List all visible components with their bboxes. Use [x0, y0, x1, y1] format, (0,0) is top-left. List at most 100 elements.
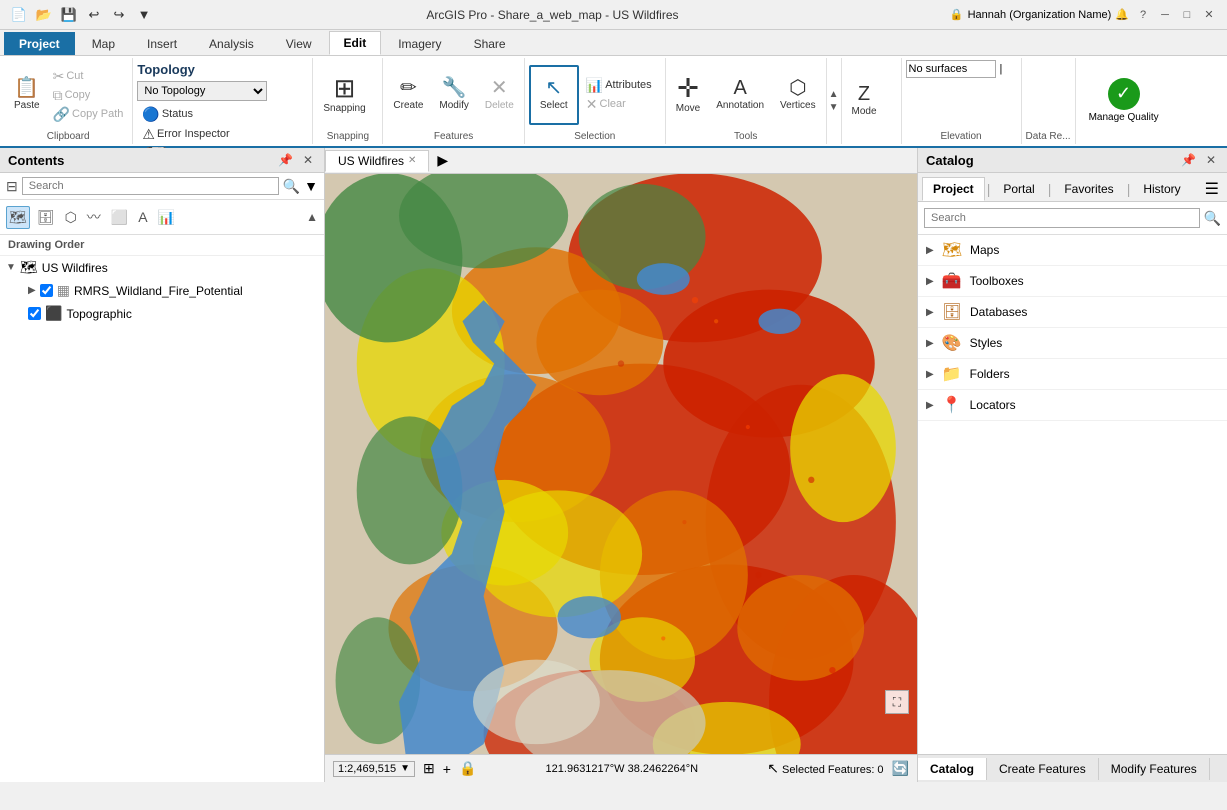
contents-pin-btn[interactable]: 📌 — [275, 152, 296, 168]
elevation-unit-btn[interactable]: | — [1000, 63, 1003, 75]
manage-quality-content: ✓ Manage Quality — [1080, 60, 1168, 140]
list-item-rmrs-layer[interactable]: ▶ ▦ RMRS_Wildland_Fire_Potential — [0, 279, 324, 302]
catalog-item-styles[interactable]: ▶ 🎨 Styles — [918, 328, 1227, 359]
bottom-tab-modify-features[interactable]: Modify Features — [1099, 758, 1210, 780]
styles-expand-arrow[interactable]: ▶ — [926, 338, 934, 349]
vertices-button[interactable]: ⬡ Vertices — [774, 65, 822, 125]
locators-expand-arrow[interactable]: ▶ — [926, 400, 934, 411]
scale-selector[interactable]: 1:2,469,515 ▼ — [333, 761, 415, 777]
catalog-menu-icon[interactable]: ☰ — [1201, 177, 1223, 201]
bell-icon[interactable]: 🔔 — [1115, 8, 1129, 21]
redo-btn[interactable]: ↪ — [108, 4, 130, 26]
copy-path-button[interactable]: 🔗 Copy Path — [48, 105, 129, 123]
catalog-tab-portal[interactable]: Portal — [992, 177, 1045, 201]
select-button[interactable]: ↖ Select — [529, 65, 579, 125]
layer-type-all[interactable]: 🗺 — [6, 206, 30, 229]
expand-arrow-us-wildfires[interactable]: ▼ — [6, 262, 16, 273]
bottom-tab-catalog[interactable]: Catalog — [918, 758, 987, 780]
map-canvas[interactable]: ⛶ — [325, 174, 917, 754]
help-btn[interactable]: ? — [1133, 5, 1153, 25]
catalog-search-input[interactable] — [924, 208, 1200, 228]
cut-button[interactable]: ✂ Cut — [48, 67, 129, 85]
maximize-btn[interactable]: □ — [1177, 5, 1197, 25]
delete-button[interactable]: ✕ Delete — [479, 65, 520, 125]
move-button[interactable]: ✛ Move — [670, 65, 706, 125]
mode-button[interactable]: Z Mode — [846, 70, 883, 130]
refresh-btn[interactable]: 🔄 — [892, 760, 909, 777]
ribbon-scroll-up[interactable]: ▲ — [829, 89, 839, 100]
error-inspector-button[interactable]: ⚠ Error Inspector — [137, 125, 234, 143]
bottom-tab-create-features[interactable]: Create Features — [987, 758, 1099, 780]
contents-close-btn[interactable]: ✕ — [300, 152, 316, 168]
layer-type-polygon[interactable]: ⬜ — [108, 206, 131, 229]
map-maximize-btn[interactable]: ⛶ — [885, 690, 909, 714]
expand-arrow-rmrs[interactable]: ▶ — [28, 285, 36, 296]
tab-insert[interactable]: Insert — [132, 32, 192, 55]
folders-expand-arrow[interactable]: ▶ — [926, 369, 934, 380]
tab-map[interactable]: Map — [77, 32, 130, 55]
scale-plus-btn[interactable]: + — [443, 761, 451, 777]
catalog-search-icon[interactable]: 🔍 — [1204, 210, 1221, 227]
open-btn[interactable]: 📂 — [33, 4, 55, 26]
tab-view[interactable]: View — [271, 32, 327, 55]
status-button[interactable]: 🔵 Status — [137, 105, 217, 123]
catalog-item-folders[interactable]: ▶ 📁 Folders — [918, 359, 1227, 390]
catalog-pin-btn[interactable]: 📌 — [1178, 152, 1199, 168]
layer-type-annotation[interactable]: A — [135, 206, 150, 228]
scale-fit-btn[interactable]: ⊞ — [423, 760, 435, 777]
scale-lock-btn[interactable]: 🔒 — [459, 760, 476, 777]
map-tab-close[interactable]: ✕ — [408, 155, 416, 166]
catalog-tab-favorites[interactable]: Favorites — [1053, 177, 1124, 201]
search-icon[interactable]: 🔍 — [283, 178, 300, 195]
toolboxes-expand-arrow[interactable]: ▶ — [926, 276, 934, 287]
annotation-button[interactable]: A Annotation — [710, 65, 770, 125]
tab-project[interactable]: Project — [4, 32, 75, 55]
ribbon-scroll-down[interactable]: ▼ — [829, 102, 839, 113]
layer-type-service[interactable]: ⬡ — [62, 206, 80, 229]
contents-search-input[interactable] — [22, 177, 279, 195]
list-item-topographic-layer[interactable]: ⬛ Topographic — [0, 302, 324, 325]
layer-list-collapse[interactable]: ▲ — [306, 210, 318, 224]
new-btn[interactable]: 📄 — [8, 4, 30, 26]
copy-button[interactable]: ⧉ Copy — [48, 86, 129, 104]
maps-expand-arrow[interactable]: ▶ — [926, 245, 934, 256]
catalog-close-btn[interactable]: ✕ — [1203, 152, 1219, 168]
map-tab-us-wildfires[interactable]: US Wildfires ✕ — [325, 150, 429, 172]
undo-btn[interactable]: ↩ — [83, 4, 105, 26]
vertices-icon: ⬡ — [789, 78, 806, 98]
snapping-button[interactable]: ⊞ Snapping — [317, 65, 371, 125]
tab-share[interactable]: Share — [459, 32, 521, 55]
map-tab-scroll-right[interactable]: ▶ — [429, 150, 456, 171]
paste-button[interactable]: 📋 Paste — [8, 65, 46, 125]
topographic-checkbox[interactable] — [28, 307, 41, 320]
attributes-button[interactable]: 📊 Attributes — [581, 76, 661, 94]
catalog-item-locators[interactable]: ▶ 📍 Locators — [918, 390, 1227, 421]
minimize-btn[interactable]: ─ — [1155, 5, 1175, 25]
filter-icon[interactable]: ⊟ — [6, 178, 18, 195]
manage-quality-button[interactable]: ✓ Manage Quality — [1080, 73, 1168, 128]
search-dropdown-icon[interactable]: ▼ — [304, 178, 318, 194]
catalog-tab-history[interactable]: History — [1132, 177, 1191, 201]
no-surfaces-input[interactable] — [906, 60, 996, 78]
layer-type-chart[interactable]: 📊 — [155, 206, 178, 229]
catalog-item-maps[interactable]: ▶ 🗺 Maps — [918, 235, 1227, 266]
databases-expand-arrow[interactable]: ▶ — [926, 307, 934, 318]
create-button[interactable]: ✏ Create — [387, 65, 429, 125]
tab-analysis[interactable]: Analysis — [194, 32, 269, 55]
qa-dropdown-btn[interactable]: ▼ — [133, 4, 155, 26]
save-qa-btn[interactable]: 💾 — [58, 4, 80, 26]
rmrs-checkbox[interactable] — [40, 284, 53, 297]
close-btn[interactable]: ✕ — [1199, 5, 1219, 25]
layer-type-db[interactable]: 🗄 — [34, 206, 58, 229]
clear-button[interactable]: ✕ Clear — [581, 95, 661, 113]
catalog-tab-project[interactable]: Project — [922, 177, 985, 201]
catalog-item-databases[interactable]: ▶ 🗄 Databases — [918, 297, 1227, 328]
catalog-item-toolboxes[interactable]: ▶ 🧰 Toolboxes — [918, 266, 1227, 297]
list-item-us-wildfires-group[interactable]: ▼ 🗺 US Wildfires — [0, 256, 324, 279]
topology-dropdown[interactable]: No Topology — [137, 81, 267, 101]
tab-edit[interactable]: Edit — [329, 31, 382, 55]
scale-dropdown-icon[interactable]: ▼ — [400, 763, 410, 774]
tab-imagery[interactable]: Imagery — [383, 32, 456, 55]
modify-button[interactable]: 🔧 Modify — [433, 65, 474, 125]
layer-type-line[interactable]: 〰 — [84, 204, 104, 230]
